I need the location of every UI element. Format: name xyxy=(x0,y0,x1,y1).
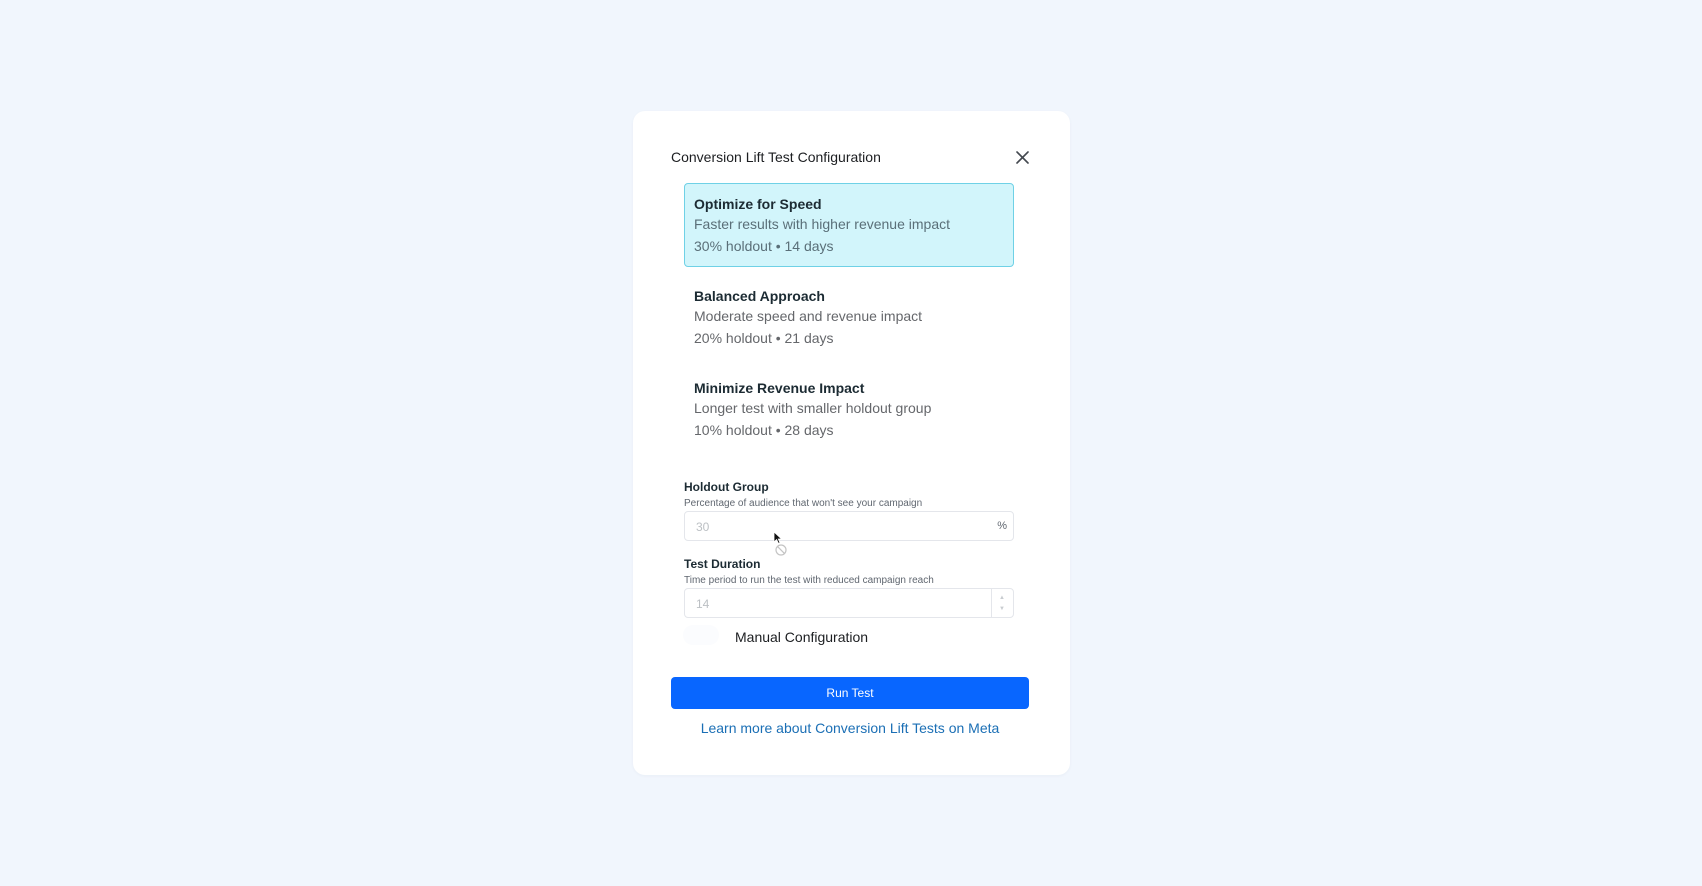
run-test-button[interactable]: Run Test xyxy=(671,677,1029,709)
learn-more-link[interactable]: Learn more about Conversion Lift Tests o… xyxy=(671,720,1029,736)
dialog-title: Conversion Lift Test Configuration xyxy=(671,149,881,165)
config-dialog: Conversion Lift Test Configuration Optim… xyxy=(633,111,1070,775)
holdout-value: 30 xyxy=(696,520,710,534)
option-title: Optimize for Speed xyxy=(694,196,822,212)
option-meta: 30% holdout • 14 days xyxy=(694,238,834,254)
duration-value: 14 xyxy=(696,597,710,611)
option-description: Faster results with higher revenue impac… xyxy=(694,216,950,232)
dialog-header: Conversion Lift Test Configuration xyxy=(671,147,1032,171)
option-title: Minimize Revenue Impact xyxy=(694,380,865,396)
duration-help: Time period to run the test with reduced… xyxy=(684,575,934,586)
option-meta: 20% holdout • 21 days xyxy=(694,330,834,346)
manual-config-toggle[interactable] xyxy=(683,625,719,645)
duration-label: Test Duration xyxy=(684,557,761,571)
holdout-help: Percentage of audience that won't see yo… xyxy=(684,498,923,509)
duration-stepper[interactable]: ▲ ▼ xyxy=(991,589,1013,617)
option-minimize-impact[interactable]: Minimize Revenue Impact Longer test with… xyxy=(684,367,1014,451)
close-button[interactable] xyxy=(1012,147,1032,167)
option-description: Longer test with smaller holdout group xyxy=(694,400,932,416)
disabled-cursor-icon xyxy=(773,531,787,556)
option-balanced[interactable]: Balanced Approach Moderate speed and rev… xyxy=(684,275,1014,359)
page: Conversion Lift Test Configuration Optim… xyxy=(0,0,1702,886)
preset-options: Optimize for Speed Faster results with h… xyxy=(684,183,1014,459)
option-title: Balanced Approach xyxy=(694,288,825,304)
manual-config-label: Manual Configuration xyxy=(735,629,869,645)
option-description: Moderate speed and revenue impact xyxy=(694,308,923,324)
duration-input[interactable]: 14 ▲ ▼ xyxy=(684,588,1014,618)
holdout-label: Holdout Group xyxy=(684,480,769,494)
option-meta: 10% holdout • 28 days xyxy=(694,422,834,438)
close-icon xyxy=(1015,150,1029,164)
holdout-input[interactable]: 30 % xyxy=(684,511,1014,541)
stepper-up-icon[interactable]: ▲ xyxy=(999,595,1005,601)
percent-suffix: % xyxy=(997,520,1007,532)
option-optimize-speed[interactable]: Optimize for Speed Faster results with h… xyxy=(684,183,1014,267)
stepper-down-icon[interactable]: ▼ xyxy=(999,606,1005,612)
